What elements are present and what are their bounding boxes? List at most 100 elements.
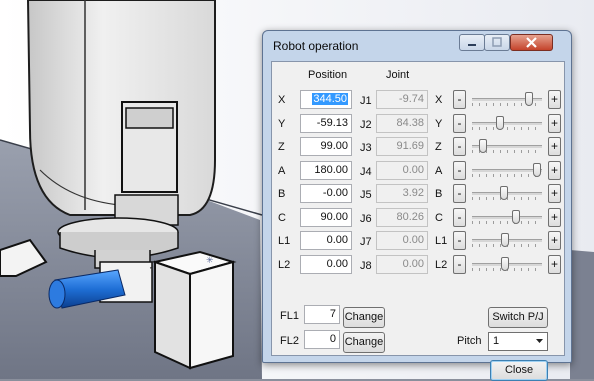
joint-header: Joint [386,69,410,81]
slider-ticks [472,174,542,177]
axis-label: X [278,94,286,106]
axis-slider[interactable] [472,231,542,251]
joint-label: J6 [360,213,372,225]
axis-slider[interactable] [472,184,542,204]
slider-axis-label: Y [435,118,443,130]
position-field[interactable]: -0.00 [300,184,352,203]
increment-button[interactable]: + [548,208,561,227]
switch-pj-button[interactable]: Switch P/J [488,307,548,328]
window-close-button[interactable] [510,34,553,51]
fl1-change-button[interactable]: Change [343,307,385,328]
axis-slider[interactable] [472,161,542,181]
slider-thumb[interactable] [479,139,487,153]
decrement-button[interactable]: - [453,255,466,274]
axis-slider[interactable] [472,255,542,275]
axis-label: L1 [278,235,291,247]
minimize-icon [468,44,476,46]
dialog-content: Position Joint X 344.50 J1 -9.74 X - + Y … [271,61,565,381]
joint-field: 91.69 [376,137,428,156]
pitch-label: Pitch [457,335,482,347]
increment-button[interactable]: + [548,161,561,180]
slider-ticks [472,221,542,224]
position-field[interactable]: -59.13 [300,114,352,133]
pitch-value: 1 [493,335,500,347]
slider-axis-label: X [435,94,443,106]
joint-label: J1 [360,95,372,107]
joint-field: 0.00 [376,231,428,250]
slider-thumb[interactable] [525,92,533,106]
position-field[interactable]: 0.00 [300,255,352,274]
joint-label: J5 [360,189,372,201]
slider-track [472,122,542,125]
close-button[interactable]: Close [490,360,548,381]
joint-field: 0.00 [376,255,428,274]
position-field[interactable]: 180.00 [300,161,352,180]
decrement-button[interactable]: - [453,161,466,180]
axis-slider[interactable] [472,114,542,134]
fl1-field[interactable]: 7 [304,305,340,324]
fl2-change-button[interactable]: Change [343,332,385,353]
axis-label: C [278,212,286,224]
joint-label: J8 [360,260,372,272]
slider-thumb[interactable] [500,186,508,200]
axis-label: Z [278,141,285,153]
minimize-button[interactable] [459,34,485,51]
position-field[interactable]: 99.00 [300,137,352,156]
svg-text:✳: ✳ [206,256,214,266]
position-field[interactable]: 90.00 [300,208,352,227]
maximize-button[interactable] [484,34,510,51]
increment-button[interactable]: + [548,255,561,274]
slider-thumb[interactable] [501,233,509,247]
axis-label: A [278,165,286,177]
slider-axis-label: L2 [435,259,448,271]
joint-field: -9.74 [376,90,428,109]
fl2-label: FL2 [280,335,299,347]
increment-button[interactable]: + [548,114,561,133]
axis-label: L2 [278,259,291,271]
axis-slider[interactable] [472,90,542,110]
decrement-button[interactable]: - [453,184,466,203]
joint-field: 0.00 [376,161,428,180]
joint-label: J2 [360,119,372,131]
slider-axis-label: B [435,188,443,200]
pitch-select[interactable]: 1 [488,332,548,351]
joint-field: 80.26 [376,208,428,227]
slider-track [472,169,542,172]
title-bar[interactable]: Robot operation [263,31,571,61]
slider-axis-label: A [435,165,443,177]
joint-label: J7 [360,236,372,248]
axis-slider[interactable] [472,208,542,228]
decrement-button[interactable]: - [453,208,466,227]
close-icon [526,37,537,48]
slider-axis-label: C [435,212,443,224]
position-field[interactable]: 0.00 [300,231,352,250]
decrement-button[interactable]: - [453,114,466,133]
increment-button[interactable]: + [548,90,561,109]
joint-field: 3.92 [376,184,428,203]
maximize-icon [492,37,502,47]
joint-field: 84.38 [376,114,428,133]
position-header: Position [308,69,348,81]
decrement-button[interactable]: - [453,137,466,156]
slider-ticks [472,127,542,130]
fl2-field[interactable]: 0 [304,330,340,349]
joint-label: J3 [360,142,372,154]
joint-label: J4 [360,166,372,178]
slider-thumb[interactable] [496,116,504,130]
position-field[interactable]: 344.50 [300,90,352,109]
axis-slider[interactable] [472,137,542,157]
axis-label: Y [278,118,286,130]
decrement-button[interactable]: - [453,90,466,109]
slider-thumb[interactable] [501,257,509,271]
increment-button[interactable]: + [548,231,561,250]
slider-axis-label: Z [435,141,442,153]
increment-button[interactable]: + [548,184,561,203]
window-title: Robot operation [273,39,359,53]
increment-button[interactable]: + [548,137,561,156]
robot-operation-dialog: Robot operation Position Joint X 344.50 … [262,30,572,381]
axis-label: B [278,188,286,200]
slider-thumb[interactable] [533,163,541,177]
slider-track [472,216,542,219]
decrement-button[interactable]: - [453,231,466,250]
slider-thumb[interactable] [512,210,520,224]
